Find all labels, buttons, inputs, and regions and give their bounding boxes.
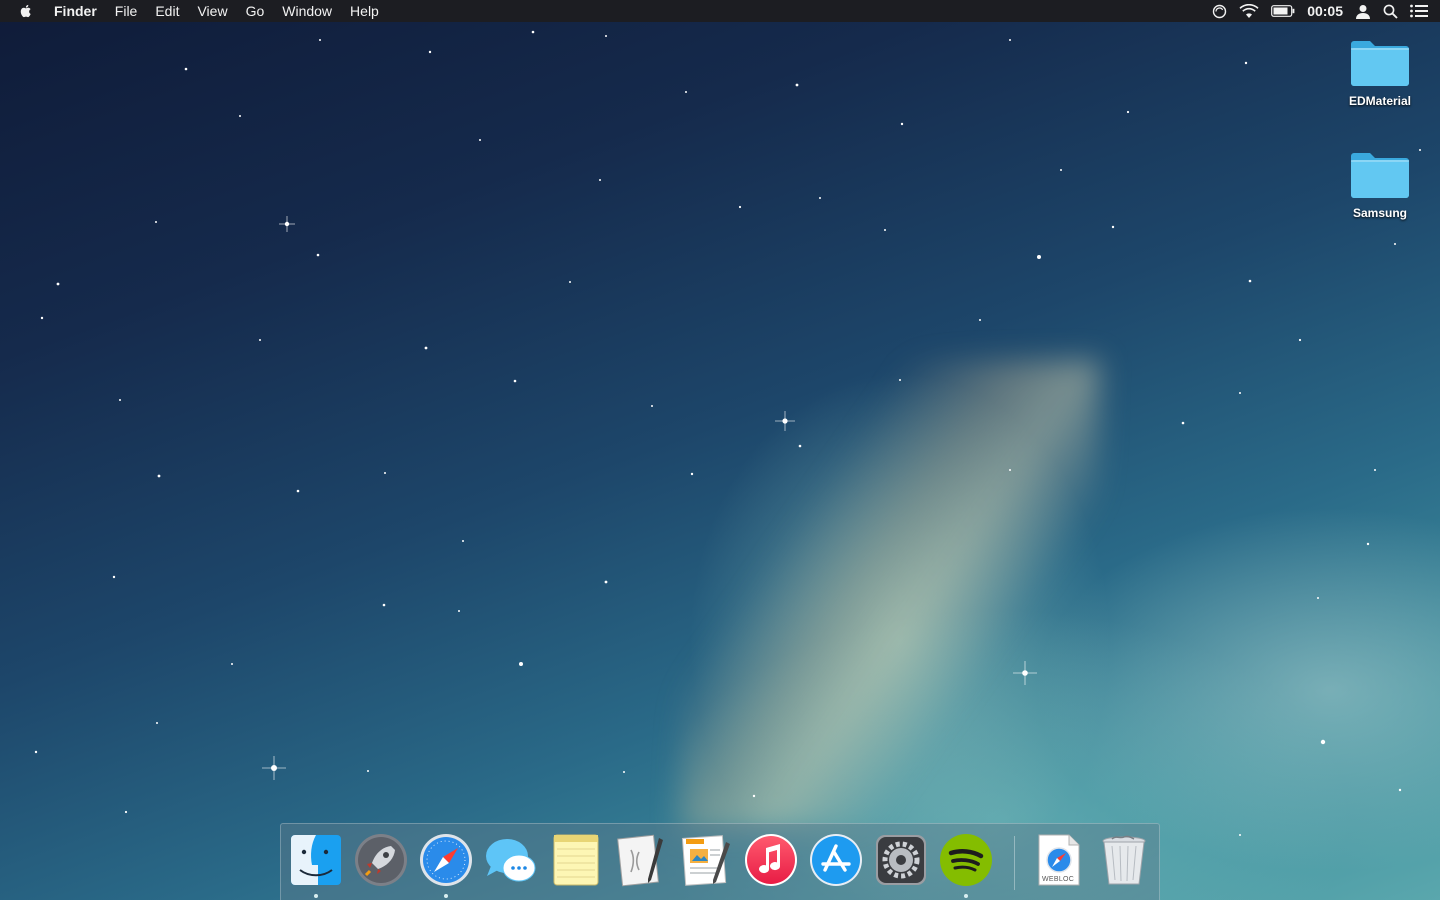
menu-view[interactable]: View <box>197 0 227 22</box>
dock-pages[interactable] <box>678 832 734 888</box>
dock-messages[interactable] <box>483 832 539 888</box>
dock-separator <box>1014 836 1015 890</box>
menu-help[interactable]: Help <box>350 0 379 22</box>
launchpad-rocket-icon <box>355 834 407 886</box>
apple-menu-icon[interactable] <box>18 3 34 19</box>
menu-app-finder[interactable]: Finder <box>54 0 97 22</box>
messages-bubble-icon <box>486 839 536 882</box>
webloc-badge: WEBLOC <box>1042 876 1075 883</box>
system-preferences-gear-icon <box>876 835 926 885</box>
pages-document-icon <box>681 835 730 886</box>
dock-trash[interactable] <box>1096 832 1152 888</box>
notification-center-icon[interactable] <box>1410 4 1428 18</box>
desktop-folder-label: Samsung <box>1352 206 1407 220</box>
dock-notes[interactable] <box>548 832 604 888</box>
folder-icon <box>1349 38 1411 88</box>
finder-icon <box>291 835 341 885</box>
desktop-folder-label: EDMaterial <box>1348 94 1412 108</box>
dock-app-store[interactable] <box>808 832 864 888</box>
dock-script-editor[interactable] <box>613 832 669 888</box>
menu-bar: Finder File Edit View Go Window Help 00:… <box>0 0 1440 22</box>
dock-safari[interactable] <box>418 832 474 888</box>
dock-running-indicator <box>444 894 448 898</box>
safari-compass-icon <box>420 834 472 886</box>
dock-itunes[interactable] <box>743 832 799 888</box>
itunes-music-note-icon <box>745 834 797 886</box>
menu-go[interactable]: Go <box>246 0 265 22</box>
menu-edit[interactable]: Edit <box>155 0 179 22</box>
wallpaper-stars <box>34 30 1421 836</box>
app-store-icon <box>810 834 862 886</box>
dock-finder[interactable] <box>288 832 344 888</box>
desktop-folder-samsung[interactable]: Samsung <box>1335 150 1425 220</box>
wallpaper-nebula <box>680 360 1100 830</box>
desktop-folder-edmaterial[interactable]: EDMaterial <box>1335 38 1425 108</box>
dock-running-indicator <box>314 894 318 898</box>
battery-icon[interactable] <box>1271 5 1295 17</box>
wifi-icon[interactable] <box>1239 3 1259 19</box>
dock-spotify[interactable] <box>938 832 994 888</box>
folder-icon <box>1349 150 1411 200</box>
spotlight-search-icon[interactable] <box>1383 4 1398 19</box>
menu-window[interactable]: Window <box>282 0 332 22</box>
menu-clock[interactable]: 00:05 <box>1307 3 1343 19</box>
user-icon[interactable] <box>1355 4 1371 19</box>
spotify-icon <box>940 834 992 886</box>
script-editor-icon <box>617 834 663 887</box>
dock-webloc-file[interactable]: WEBLOC <box>1031 832 1087 888</box>
dock-launchpad[interactable] <box>353 832 409 888</box>
trash-bin-icon <box>1102 835 1146 885</box>
dock-system-preferences[interactable] <box>873 832 929 888</box>
dock: WEBLOC <box>280 823 1160 900</box>
menu-file[interactable]: File <box>115 0 138 22</box>
clock-sync-icon[interactable] <box>1212 4 1227 19</box>
dock-running-indicator <box>964 894 968 898</box>
notes-pad-icon <box>553 834 599 886</box>
status-area: 00:05 <box>1212 0 1440 22</box>
